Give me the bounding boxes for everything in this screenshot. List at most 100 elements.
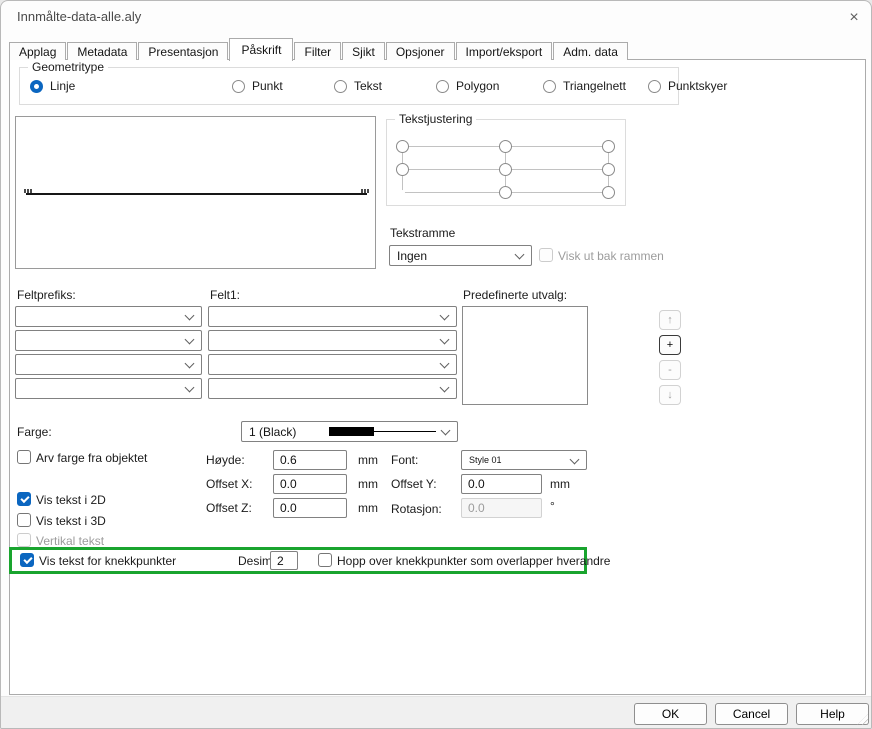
- tab-paaskrift[interactable]: Påskrift: [229, 38, 293, 61]
- offset-z-label: Offset Z:: [206, 501, 252, 515]
- tekstjustering-radio-top-center[interactable]: [499, 140, 512, 153]
- hopp-over-label: Hopp over knekkpunkter som overlapper hv…: [337, 554, 610, 568]
- radio-linje-label: Linje: [50, 79, 75, 93]
- chevron-down-icon: [185, 312, 194, 321]
- farge-label: Farge:: [17, 425, 52, 439]
- radio-triangelnett-label: Triangelnett: [563, 79, 626, 93]
- font-combo[interactable]: Style 01: [461, 450, 587, 470]
- rotasjon-unit: °: [550, 499, 555, 513]
- feltprefiks-combo-3[interactable]: [15, 354, 202, 375]
- knekkpunkter-highlight-box: Vis tekst for knekkpunkter Desimaler: Ho…: [9, 547, 587, 574]
- offset-x-input[interactable]: [273, 474, 347, 494]
- vertikal-tekst-label: Vertikal tekst: [36, 534, 104, 548]
- tekstramme-combo[interactable]: Ingen: [389, 245, 532, 266]
- arv-farge-checkbox[interactable]: [17, 450, 31, 464]
- predefinerte-utvalg-listbox[interactable]: [462, 306, 588, 405]
- geometritype-label: Geometritype: [28, 60, 108, 74]
- tab-filter[interactable]: Filter: [294, 42, 341, 60]
- add-button[interactable]: +: [659, 335, 681, 355]
- tekstramme-value: Ingen: [397, 249, 427, 263]
- tab-sjikt[interactable]: Sjikt: [342, 42, 385, 60]
- radio-punktskyer[interactable]: Punktskyer: [648, 79, 727, 93]
- tekstjustering-radio-middle-center[interactable]: [499, 163, 512, 176]
- tekstjustering-grid: [396, 140, 615, 199]
- vis-knekkpunkter-checkbox[interactable]: [20, 553, 34, 567]
- tekstjustering-radio-top-right[interactable]: [602, 140, 615, 153]
- farge-combo[interactable]: 1 (Black): [241, 421, 458, 442]
- feltprefiks-combo-4[interactable]: [15, 378, 202, 399]
- tab-bar: Applag Metadata Presentasjon Påskrift Fi…: [9, 38, 629, 60]
- preview-label-left: [24, 189, 33, 193]
- offset-z-input[interactable]: [273, 498, 347, 518]
- move-up-button[interactable]: ↑: [659, 310, 681, 330]
- font-label: Font:: [391, 453, 418, 467]
- radio-linje[interactable]: Linje: [30, 79, 75, 93]
- tekstramme-label: Tekstramme: [390, 226, 455, 240]
- ok-button[interactable]: OK: [634, 703, 707, 725]
- geometritype-group: Geometritype Linje Punkt Tekst Polygon T…: [19, 67, 679, 105]
- felt1-combo-1[interactable]: [208, 306, 457, 327]
- cancel-button[interactable]: Cancel: [715, 703, 788, 725]
- offset-z-unit: mm: [358, 501, 378, 515]
- feltprefiks-combo-2[interactable]: [15, 330, 202, 351]
- tab-import-eksport[interactable]: Import/eksport: [456, 42, 553, 60]
- radio-punkt[interactable]: Punkt: [232, 79, 283, 93]
- hopp-over-checkbox[interactable]: [318, 553, 332, 567]
- tab-adm-data[interactable]: Adm. data: [553, 42, 628, 60]
- dialog-window: Innmålte-data-alle.aly × Applag Metadata…: [0, 0, 872, 729]
- chevron-down-icon: [440, 336, 449, 345]
- tekstjustering-radio-bottom-right[interactable]: [602, 186, 615, 199]
- radio-polygon[interactable]: Polygon: [436, 79, 499, 93]
- preview-label-right: [361, 189, 370, 193]
- offset-y-unit: mm: [550, 477, 570, 491]
- remove-button[interactable]: -: [659, 360, 681, 380]
- chevron-down-icon: [440, 312, 449, 321]
- offset-x-unit: mm: [358, 477, 378, 491]
- chevron-down-icon: [185, 384, 194, 393]
- radio-icon: [543, 80, 556, 93]
- visk-ut-checkbox[interactable]: [539, 248, 553, 262]
- rotasjon-input: [461, 498, 542, 518]
- dialog-footer: OK Cancel Help: [1, 696, 872, 729]
- chevron-down-icon: [515, 251, 524, 260]
- radio-icon: [232, 80, 245, 93]
- felt1-combo-3[interactable]: [208, 354, 457, 375]
- radio-tekst[interactable]: Tekst: [334, 79, 382, 93]
- felt1-combo-4[interactable]: [208, 378, 457, 399]
- window-title: Innmålte-data-alle.aly: [17, 9, 141, 24]
- chevron-down-icon: [441, 427, 450, 436]
- tekstjustering-radio-middle-left[interactable]: [396, 163, 409, 176]
- feltprefiks-label: Feltprefiks:: [17, 288, 76, 302]
- radio-selected-icon: [30, 80, 43, 93]
- tab-applag[interactable]: Applag: [9, 42, 66, 60]
- tekstjustering-radio-bottom-center[interactable]: [499, 186, 512, 199]
- tab-opsjoner[interactable]: Opsjoner: [386, 42, 455, 60]
- close-icon[interactable]: ×: [843, 7, 865, 29]
- text-preview-canvas: [15, 116, 376, 269]
- help-button[interactable]: Help: [796, 703, 869, 725]
- vis-tekst-2d-checkbox[interactable]: [17, 492, 31, 506]
- tekstjustering-radio-middle-right[interactable]: [602, 163, 615, 176]
- feltprefiks-combo-1[interactable]: [15, 306, 202, 327]
- felt1-combo-2[interactable]: [208, 330, 457, 351]
- color-line: [374, 431, 436, 432]
- radio-punkt-label: Punkt: [252, 79, 283, 93]
- tekstjustering-radio-top-left[interactable]: [396, 140, 409, 153]
- chevron-down-icon: [185, 360, 194, 369]
- chevron-down-icon: [570, 456, 579, 465]
- desimaler-input[interactable]: [270, 551, 298, 570]
- tab-presentasjon[interactable]: Presentasjon: [138, 42, 228, 60]
- preview-line: [26, 193, 367, 195]
- offset-y-input[interactable]: [461, 474, 542, 494]
- offset-x-label: Offset X:: [206, 477, 252, 491]
- vertikal-tekst-checkbox: [17, 533, 31, 547]
- tab-metadata[interactable]: Metadata: [67, 42, 137, 60]
- move-down-button[interactable]: ↓: [659, 385, 681, 405]
- vis-tekst-3d-checkbox[interactable]: [17, 513, 31, 527]
- vis-knekkpunkter-label: Vis tekst for knekkpunkter: [39, 554, 176, 568]
- hoyde-input[interactable]: [273, 450, 347, 470]
- radio-triangelnett[interactable]: Triangelnett: [543, 79, 626, 93]
- farge-value: 1 (Black): [249, 425, 296, 439]
- arv-farge-label: Arv farge fra objektet: [36, 451, 147, 465]
- radio-icon: [334, 80, 347, 93]
